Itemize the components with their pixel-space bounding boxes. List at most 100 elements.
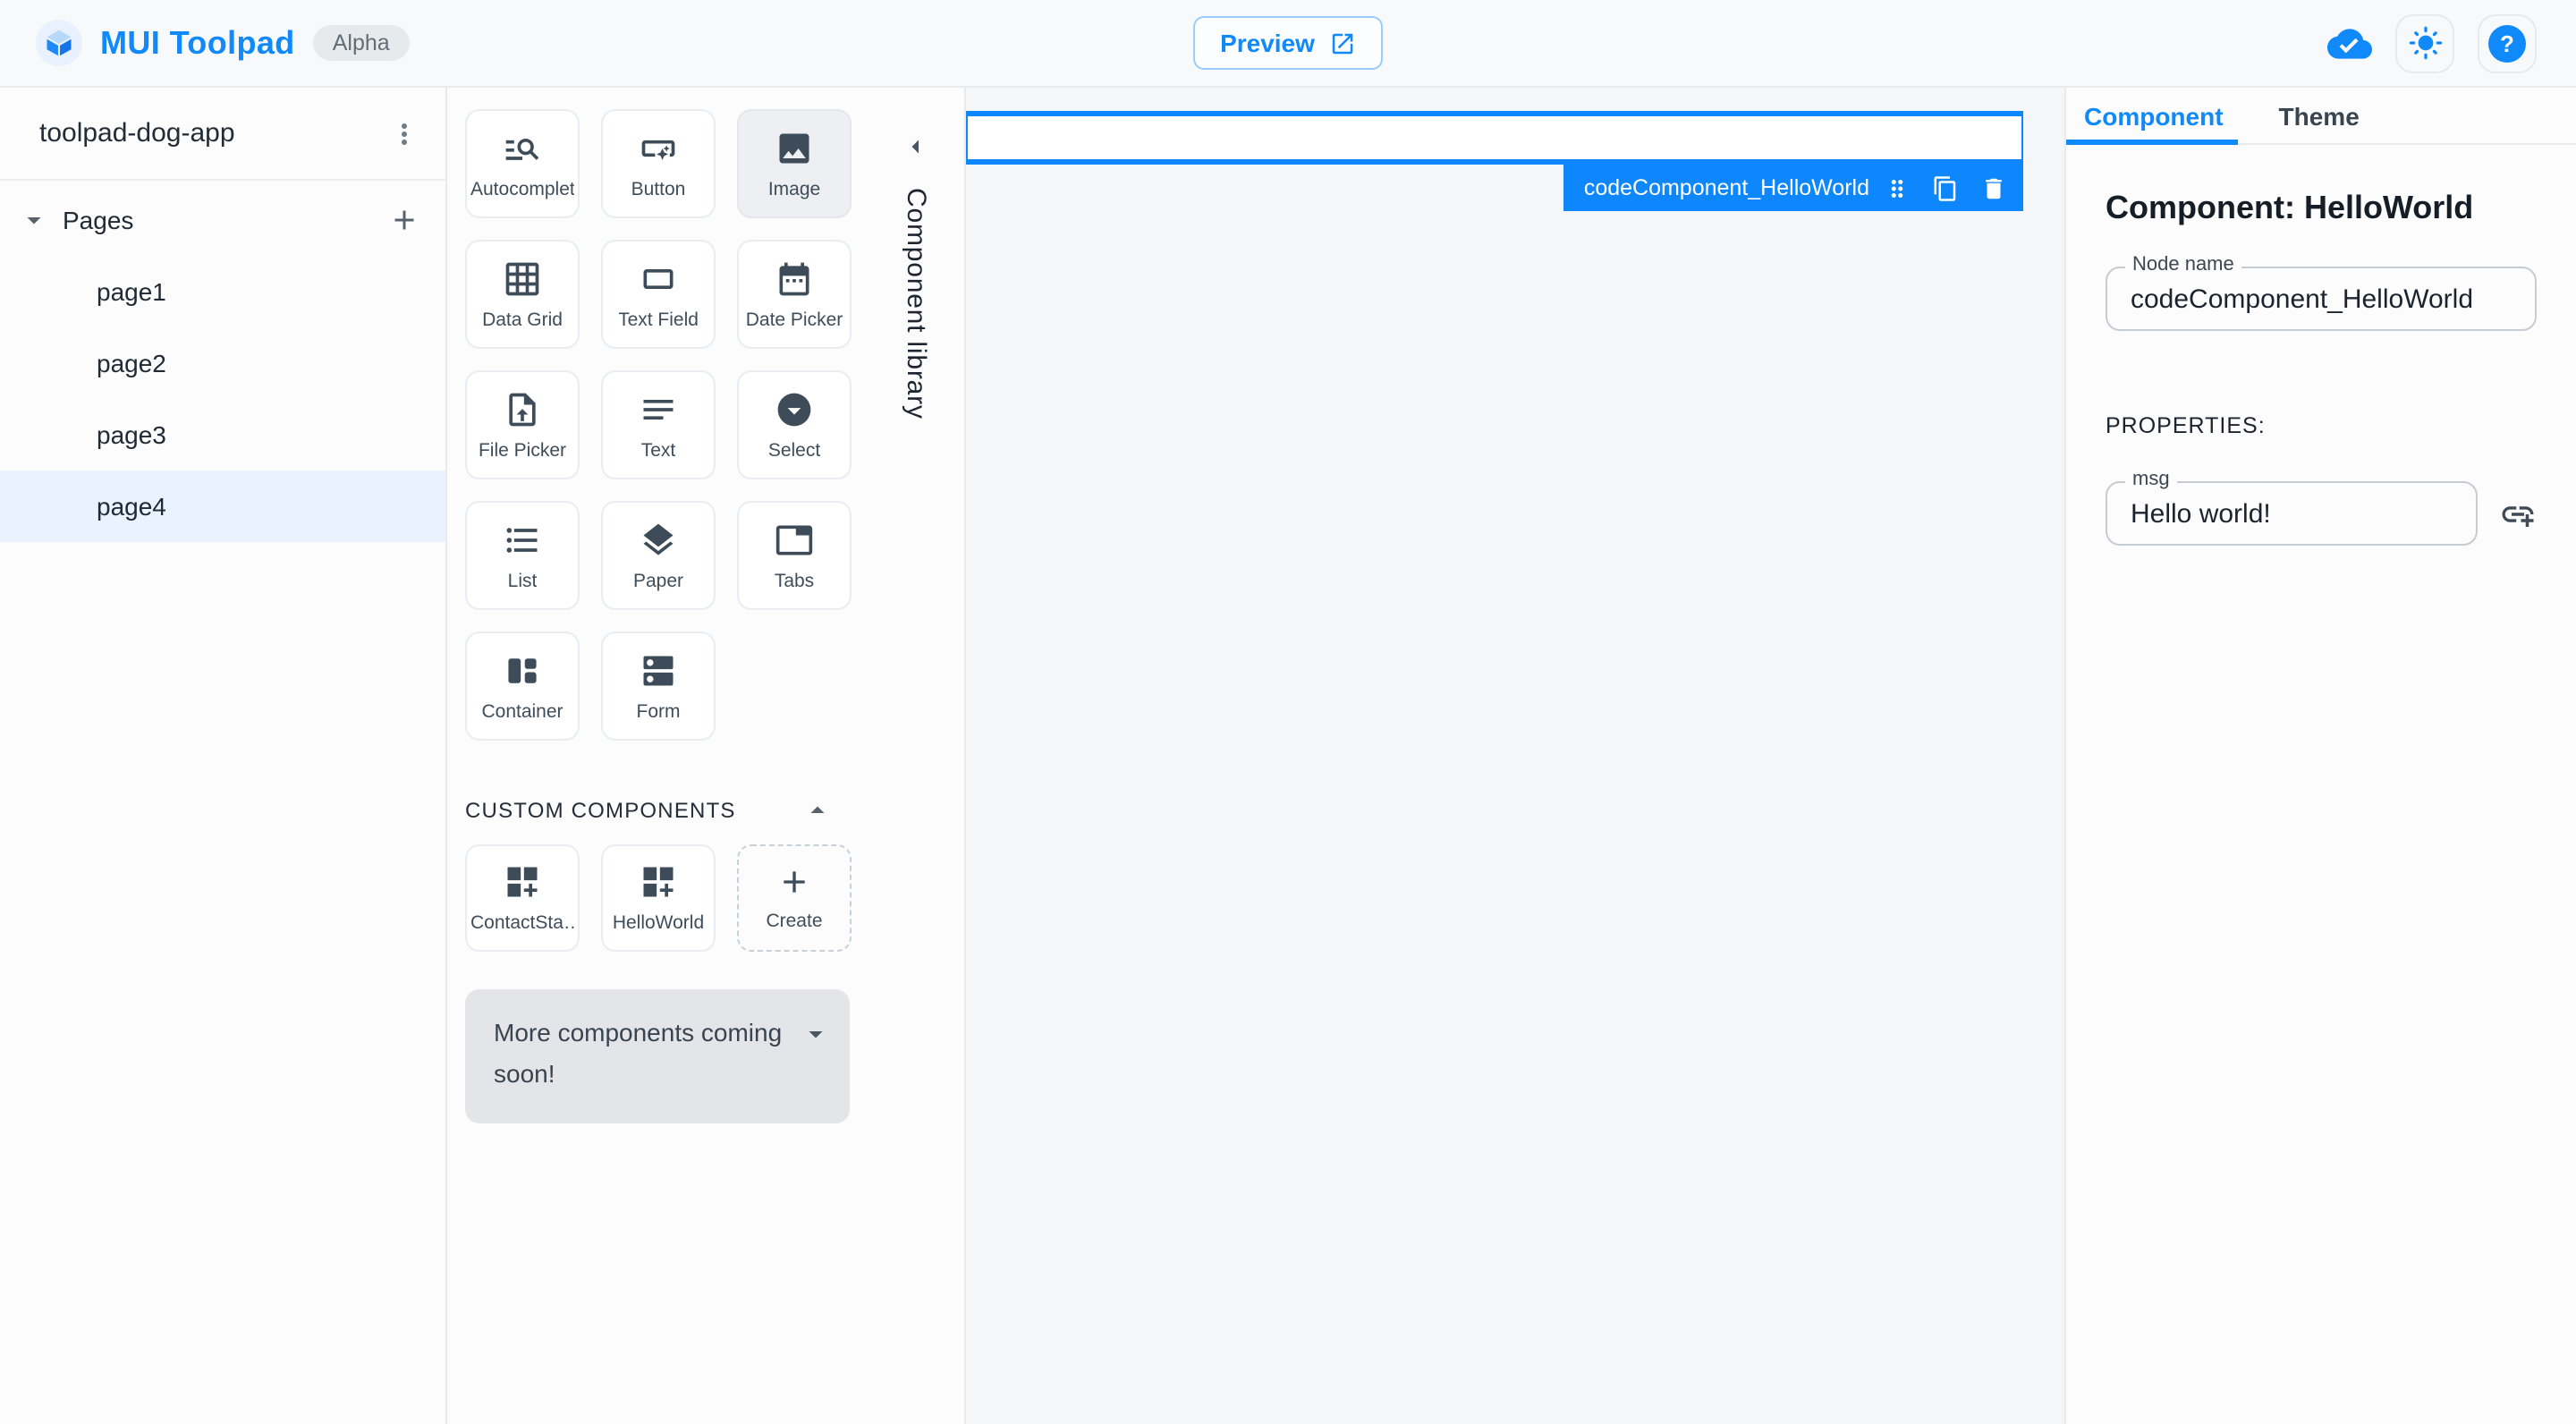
component-card-label: Text [640,439,676,461]
component-card-label: List [507,570,538,591]
component-card-label: Button [631,178,686,199]
bind-property-button[interactable] [2499,495,2537,532]
custom-card-helloworld[interactable]: HelloWorld [601,844,716,952]
component-card-label: Container [481,700,564,722]
component-card-label: Paper [632,570,684,591]
plus-icon [776,864,812,900]
component-card-label: Text Field [618,309,699,330]
app-name: toolpad-dog-app [39,118,235,148]
component-card-list[interactable]: List [465,501,580,610]
app-menu-button[interactable] [388,117,420,149]
component-card-grid: Autocomplete Button Image Data Grid Text… [447,88,852,741]
delete-node-button[interactable] [1980,174,2007,201]
dashboard-customize-icon [639,862,678,902]
page-label: page3 [97,420,166,449]
component-library-panel: Autocomplete Button Image Data Grid Text… [447,88,966,1424]
dashboard-customize-icon [503,862,542,902]
msg-input[interactable] [2107,483,2476,544]
node-name-field: Node name [2106,254,2537,331]
properties-section-label: PROPERTIES: [2106,413,2266,438]
tab-icon [775,520,814,559]
page-label: page1 [97,277,166,306]
active-tab-indicator [2066,140,2238,145]
tab-component[interactable]: Component [2084,101,2224,130]
custom-components-label: CUSTOM COMPONENTS [465,798,736,823]
collapse-library-button[interactable] [900,131,932,163]
component-card-label: Form [636,700,681,722]
light-mode-icon [2407,25,2443,61]
custom-component-grid: ContactSta… HelloWorld Create [447,826,852,952]
image-icon [775,128,814,167]
autocomplete-icon [503,128,542,167]
more-components-note[interactable]: More components coming soon! [465,989,850,1123]
container-icon [503,650,542,690]
selected-node-toolbar: codeComponent_HelloWorld [1563,165,2023,211]
add-link-icon [2499,495,2537,532]
chevron-down-icon [18,204,50,236]
component-card-autocomplete[interactable]: Autocomplete [465,109,580,218]
custom-components-header[interactable]: CUSTOM COMPONENTS [465,794,834,826]
help-button[interactable]: ? [2478,13,2537,72]
drag-handle[interactable] [1884,174,1911,201]
inspector-panel: Component Theme Component: HelloWorld No… [2064,88,2576,1424]
component-card-container[interactable]: Container [465,631,580,741]
component-heading: Component: HelloWorld [2106,190,2474,225]
chevron-down-icon [800,1018,832,1050]
arrow-left-icon [900,131,932,163]
layers-icon [639,520,678,559]
top-bar: MUI Toolpad Alpha Preview ? [0,0,2576,88]
mui-toolpad-logo-icon [36,20,82,66]
app-title: MUI Toolpad [100,24,295,60]
chevron-up-icon [801,794,834,826]
custom-card-contactsta[interactable]: ContactSta… [465,844,580,952]
component-card-label: Select [767,439,821,461]
component-card-text-field[interactable]: Text Field [601,240,716,349]
duplicate-node-button[interactable] [1932,174,1959,201]
sidebar-item-page2[interactable]: page2 [0,327,445,399]
sidebar-item-page1[interactable]: page1 [0,256,445,327]
page-label: page2 [97,349,166,377]
sidebar-item-page4[interactable]: page4 [0,470,445,542]
component-card-text[interactable]: Text [601,370,716,479]
component-card-image[interactable]: Image [737,109,852,218]
component-card-paper[interactable]: Paper [601,501,716,610]
help-icon: ? [2488,24,2526,62]
more-vert-icon [388,117,420,149]
selected-component-outline[interactable] [966,111,2023,165]
calendar-icon [775,259,814,298]
component-card-date-picker[interactable]: Date Picker [737,240,852,349]
pages-tree-header[interactable]: Pages [0,184,445,256]
component-card-button[interactable]: Button [601,109,716,218]
copy-icon [1932,174,1959,201]
msg-property-row: msg [2106,469,2537,546]
more-components-text: More components coming soon! [494,1018,783,1088]
msg-field: msg [2106,469,2478,546]
component-card-label: Create [766,911,823,932]
alpha-badge: Alpha [312,25,410,61]
add-page-button[interactable] [388,204,420,236]
component-card-tabs[interactable]: Tabs [737,501,852,610]
sidebar-item-page3[interactable]: page3 [0,399,445,470]
component-card-label: Autocomplete [470,178,574,199]
dropdown-circle-icon [775,389,814,428]
main-layout: toolpad-dog-app Pages page1 page2 page3 … [0,88,2576,1424]
component-card-file-picker[interactable]: File Picker [465,370,580,479]
node-name-input[interactable] [2107,268,2535,329]
topbar-actions: ? [2327,13,2537,72]
page-label: page4 [97,492,166,521]
theme-toggle-button[interactable] [2395,13,2454,72]
component-card-form[interactable]: Form [601,631,716,741]
library-rail-title: Component library [901,188,931,420]
preview-button[interactable]: Preview [1193,16,1383,70]
create-component-card[interactable]: Create [737,844,852,952]
brand: MUI Toolpad Alpha [36,20,410,66]
selected-node-label: codeComponent_HelloWorld [1583,175,1869,200]
inspector-tabs: Component Theme [2066,88,2576,145]
drag-indicator-icon [1884,174,1911,201]
component-card-data-grid[interactable]: Data Grid [465,240,580,349]
editor-canvas[interactable]: codeComponent_HelloWorld [966,88,2064,1424]
component-card-select[interactable]: Select [737,370,852,479]
node-name-field-label: Node name [2125,254,2241,275]
tab-theme[interactable]: Theme [2279,101,2360,130]
app-name-row: toolpad-dog-app [0,88,445,181]
